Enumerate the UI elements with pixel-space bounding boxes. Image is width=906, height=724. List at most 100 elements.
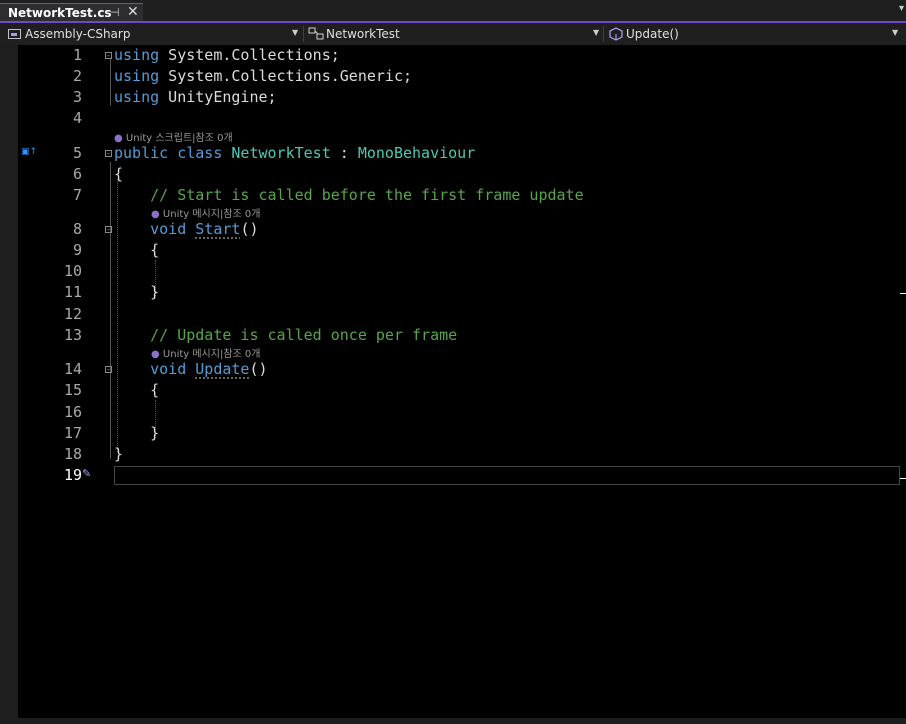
line-number: 11 (63, 283, 82, 301)
code-text: { (114, 380, 159, 401)
code-text: // Update is called once per frame (114, 325, 457, 346)
line-number: 18 (63, 445, 82, 463)
code-token: class (177, 144, 223, 162)
code-text: using System.Collections; (114, 45, 340, 66)
line-number: 14 (63, 360, 82, 378)
bottom-status-strip (0, 718, 906, 724)
code-token: { (114, 381, 160, 399)
line-number: 6 (72, 165, 82, 183)
line-number: 4 (72, 109, 82, 127)
code-token: // Start is called before the first fram… (150, 186, 584, 204)
line-number: 5 (72, 144, 82, 162)
code-token: } (114, 283, 160, 301)
line-number: 10 (63, 262, 82, 280)
code-text: } (114, 282, 159, 303)
code-line-current[interactable]: 19 ✎ (0, 465, 906, 486)
tab-overflow-icon[interactable]: ▾ (899, 3, 904, 14)
project-label: Assembly-CSharp (25, 27, 131, 41)
navigation-bar: Assembly-CSharp ▼ NetworkTest ▼ Update()… (0, 23, 906, 46)
code-line: 15 { (0, 380, 906, 401)
collapse-icon[interactable]: - (105, 366, 112, 374)
code-line: 18 } (0, 444, 906, 465)
code-line: 4 (0, 108, 906, 129)
code-editor[interactable]: 1 - using System.Collections; 2 using Sy… (0, 45, 906, 724)
close-icon[interactable]: ✕ (127, 4, 139, 20)
code-line: 12 (0, 304, 906, 325)
collapse-icon[interactable]: - (105, 150, 112, 158)
code-line: 1 - using System.Collections; (0, 45, 906, 66)
code-token: { (114, 241, 160, 259)
line-number: 7 (72, 186, 82, 204)
code-token: using (114, 67, 160, 85)
code-token: using (114, 88, 160, 106)
code-token: System.Collections.Generic; (159, 67, 413, 85)
code-text: public class NetworkTest : MonoBehaviour (114, 143, 475, 164)
class-icon (308, 27, 324, 40)
code-token: { (114, 165, 124, 183)
line-number: 17 (63, 424, 82, 442)
code-token: System.Collections; (159, 46, 340, 64)
collapse-icon[interactable]: - (105, 226, 112, 234)
code-line: 8 - void Start() (0, 219, 906, 240)
codelens-update[interactable]: ● Unity 메시지|참조 0개 (151, 345, 260, 360)
code-text: { (114, 164, 123, 185)
code-text: } (114, 423, 159, 444)
code-line: 9 { (0, 240, 906, 261)
chevron-down-icon: ▼ (892, 28, 899, 37)
line-number: 1 (72, 46, 82, 64)
code-text: void Update() (114, 359, 268, 380)
line-number: 3 (72, 88, 82, 106)
member-dropdown[interactable]: Update() ▼ (604, 23, 906, 45)
member-label: Update() (626, 27, 679, 41)
code-line: 7 // Start is called before the first fr… (0, 185, 906, 206)
code-token: // Update is called once per frame (150, 326, 458, 344)
code-line: 6 { (0, 164, 906, 185)
type-dropdown[interactable]: NetworkTest ▼ (304, 23, 603, 45)
code-token: void (150, 220, 187, 238)
code-text: using System.Collections.Generic; (114, 66, 412, 87)
code-token: UnityEngine; (159, 88, 277, 106)
code-line: 13 // Update is called once per frame (0, 325, 906, 346)
code-token: void (150, 360, 187, 378)
code-line: 17 } (0, 423, 906, 444)
code-token: MonoBehaviour (357, 144, 476, 162)
code-text: { (114, 240, 159, 261)
code-line: 16 (0, 402, 906, 423)
code-token: } (114, 445, 124, 463)
tab-title: NetworkTest.cs (8, 6, 112, 20)
codelens-start[interactable]: ● Unity 메시지|참조 0개 (151, 205, 260, 220)
line-number: 8 (72, 220, 82, 238)
code-line: ▣↑ 5 - public class NetworkTest : MonoBe… (0, 143, 906, 164)
code-token: using (114, 46, 160, 64)
line-number: 13 (63, 326, 82, 344)
code-token: () (240, 220, 259, 238)
code-line: 10 (0, 261, 906, 282)
type-label: NetworkTest (326, 27, 400, 41)
line-number: 19 (63, 466, 82, 484)
line-number: 15 (63, 381, 82, 399)
implements-marker-icon[interactable]: ▣↑ (21, 147, 37, 157)
document-tab-strip: NetworkTest.cs ⊣ ✕ ▾ (0, 0, 906, 23)
code-token: Update (195, 360, 250, 378)
pin-icon[interactable]: ⊣ (110, 6, 120, 19)
project-dropdown[interactable]: Assembly-CSharp ▼ (0, 23, 303, 45)
collapse-icon[interactable]: - (105, 52, 112, 60)
codelens-class[interactable]: ● Unity 스크립트|참조 0개 (114, 129, 233, 144)
code-text: using UnityEngine; (114, 87, 277, 108)
scrollbar-marker (900, 478, 906, 479)
code-line: 14 - void Update() (0, 359, 906, 380)
tab-networktest-cs[interactable]: NetworkTest.cs ⊣ ✕ (0, 3, 143, 22)
code-token: : (330, 144, 358, 162)
code-token: public (114, 144, 169, 162)
quick-action-pen-icon[interactable]: ✎ (82, 467, 91, 480)
code-line: 3 using UnityEngine; (0, 87, 906, 108)
code-line: 2 using System.Collections.Generic; (0, 66, 906, 87)
code-token: () (249, 360, 268, 378)
